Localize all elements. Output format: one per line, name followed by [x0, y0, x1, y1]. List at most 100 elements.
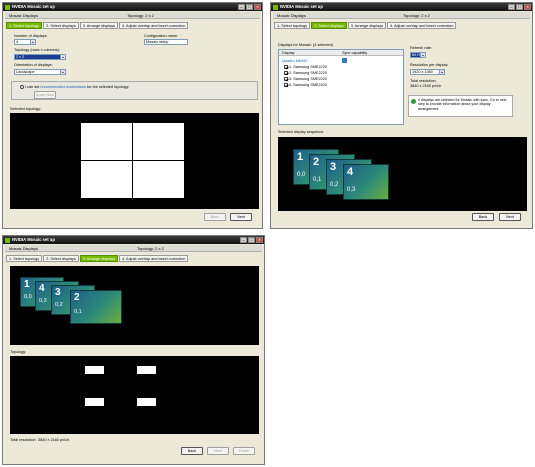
minimize-icon[interactable]: – — [238, 4, 245, 10]
radio-icon[interactable] — [20, 85, 24, 89]
tab-adjust-overlap[interactable]: 4. Adjust overlap and bezel correction — [119, 255, 189, 262]
next-button[interactable]: Next — [207, 447, 229, 455]
minimize-icon[interactable]: – — [240, 237, 247, 243]
list-header: Display Sync capability — [279, 50, 403, 56]
display-list: Display Sync capability Quadro M6000 1. … — [278, 49, 404, 125]
tile-coord: 0,2 — [55, 302, 63, 308]
checkbox-icon[interactable] — [284, 71, 288, 75]
close-icon[interactable]: × — [256, 237, 263, 243]
display-tile[interactable] — [85, 398, 104, 406]
nvidia-logo-icon — [5, 237, 10, 243]
tab-arrange-displays[interactable]: 3. Arrange displays — [347, 22, 387, 29]
tab-select-displays[interactable]: 2. Select displays — [43, 255, 79, 262]
display-tile[interactable] — [85, 366, 104, 374]
tab-select-topology[interactable]: 1. Select topology — [6, 255, 43, 262]
next-button[interactable]: Next — [230, 213, 252, 221]
checkbox-icon[interactable] — [284, 65, 288, 69]
display-tile-4[interactable]: 4 0,3 — [343, 164, 389, 200]
list-item[interactable]: 2. Samsung SME2220 — [284, 71, 327, 75]
tile-coord: 0,0 — [297, 172, 306, 178]
tab-adjust-overlap[interactable]: 4. Adjust overlap and bezel correction — [119, 22, 189, 29]
mosaic-window-select-displays: NVIDIA Mosaic set up – □ × Mosaic Displa… — [270, 2, 533, 229]
list-item[interactable]: 4. Samsung SME2220 — [284, 83, 327, 87]
topology-label: Topology: — [10, 350, 27, 354]
orientation-label: Orientation of displays: — [14, 63, 53, 67]
chevron-down-icon — [439, 70, 444, 74]
refresh-rate-label: Refresh rate: — [410, 46, 432, 50]
total-resolution-value: 3840 x 2160 px/ch — [38, 438, 70, 442]
finish-button[interactable]: Finish — [233, 447, 255, 455]
number-of-displays-label: Number of displays: — [14, 34, 48, 38]
tab-arrange-displays[interactable]: 3. Arrange displays — [79, 22, 119, 29]
tile-coord: 0,3 — [347, 187, 356, 193]
back-button[interactable]: Back — [181, 447, 203, 455]
tile-number: 2 — [74, 292, 80, 303]
window-title: NVIDIA Mosaic set up — [12, 4, 55, 9]
display-tile — [133, 123, 184, 160]
checkbox-icon[interactable] — [284, 77, 288, 81]
col-display-header: Display — [282, 51, 295, 55]
subheader-topology: Topology: 2 x 2 — [127, 13, 154, 18]
back-button[interactable]: Back — [472, 213, 494, 221]
tile-coord: 0,2 — [330, 182, 339, 188]
display-tile[interactable] — [137, 366, 156, 374]
tile-coord: 0,3 — [39, 298, 47, 304]
topology-select[interactable]: 2 x 2 — [14, 54, 66, 60]
resolution-label: Resolution per display: — [410, 63, 449, 67]
mosaic-window-arrange-displays: NVIDIA Mosaic set up – □ × Mosaic Displa… — [2, 235, 265, 465]
apply-now-button[interactable]: Apply Now — [34, 91, 56, 99]
subheader-left: Mosaic Displays — [9, 246, 38, 251]
tile-number: 3 — [330, 161, 337, 173]
back-button[interactable]: Back — [204, 213, 226, 221]
resolution-value: 1920 x 1080 — [412, 70, 433, 74]
topology-label: Topology (rows x columns): — [14, 48, 60, 52]
orientation-select[interactable]: Landscape — [14, 69, 66, 75]
connections-text: I can set recommended connections for th… — [20, 85, 129, 89]
number-of-displays-select[interactable]: 4 — [14, 39, 36, 45]
tab-select-topology[interactable]: 1. Select topology — [274, 22, 311, 29]
list-item[interactable]: 3. Samsung SME2220 — [284, 77, 327, 81]
tab-select-topology[interactable]: 1. Select topology — [6, 22, 43, 29]
total-resolution-value: 3840 x 2160 px/ch — [410, 84, 442, 88]
tab-adjust-overlap[interactable]: 4. Adjust overlap and bezel correction — [387, 22, 457, 29]
sub-header: Mosaic Displays Topology: 2 x 2 — [273, 12, 530, 19]
topology-layout-canvas — [10, 356, 259, 434]
chevron-down-icon — [30, 40, 35, 44]
gpu-name: Quadro M6000 — [282, 59, 308, 63]
tab-arrange-displays[interactable]: 3. Arrange displays — [79, 255, 119, 262]
next-button[interactable]: Next — [499, 213, 521, 221]
wizard-tabs: 1. Select topology 2. Select displays 3.… — [6, 22, 189, 29]
subheader-left: Mosaic Displays — [9, 13, 38, 18]
recommended-connections-link[interactable]: recommended connections — [40, 85, 86, 89]
maximize-icon[interactable]: □ — [516, 4, 523, 10]
maximize-icon[interactable]: □ — [248, 237, 255, 243]
info-message-box: 4 displays are selected for Mosaic with … — [408, 95, 513, 117]
arrange-canvas: 1 0,0 4 0,3 3 0,2 2 0,1 — [10, 266, 259, 345]
close-icon[interactable]: × — [254, 4, 261, 10]
display-tile — [133, 161, 184, 198]
tab-select-displays[interactable]: 2. Select displays — [43, 22, 79, 29]
tab-select-displays[interactable]: 2. Select displays — [311, 22, 347, 29]
selected-display-sequence-label: Selected display sequence: — [278, 130, 325, 134]
tile-number: 3 — [55, 287, 61, 298]
tile-coord: 0,0 — [24, 294, 32, 300]
close-icon[interactable]: × — [524, 4, 531, 10]
checkmark-icon — [411, 99, 416, 104]
minimize-icon[interactable]: – — [508, 4, 515, 10]
configuration-name-input[interactable]: Mosaic setup — [144, 39, 188, 45]
display-tile-2[interactable]: 2 0,1 — [70, 290, 122, 324]
resolution-select[interactable]: 1920 x 1080 — [410, 69, 445, 75]
nvidia-logo-icon — [273, 4, 278, 10]
tile-number: 1 — [24, 279, 30, 290]
connections-pre: I can set — [25, 85, 41, 89]
displays-for-mosaic-label: Displays for Mosaic: (4 selected) — [278, 43, 333, 47]
window-title: NVIDIA Mosaic set up — [280, 4, 323, 9]
checkbox-icon[interactable] — [284, 83, 288, 87]
wizard-tabs: 1. Select topology 2. Select displays 3.… — [6, 255, 189, 262]
list-item[interactable]: 1. Samsung SME2220 — [284, 65, 327, 69]
display-tile[interactable] — [137, 398, 156, 406]
display-label: 2. Samsung SME2220 — [289, 71, 327, 75]
maximize-icon[interactable]: □ — [246, 4, 253, 10]
refresh-rate-select[interactable]: 60 Hz — [410, 52, 426, 58]
tile-coord: 0,1 — [74, 309, 82, 315]
